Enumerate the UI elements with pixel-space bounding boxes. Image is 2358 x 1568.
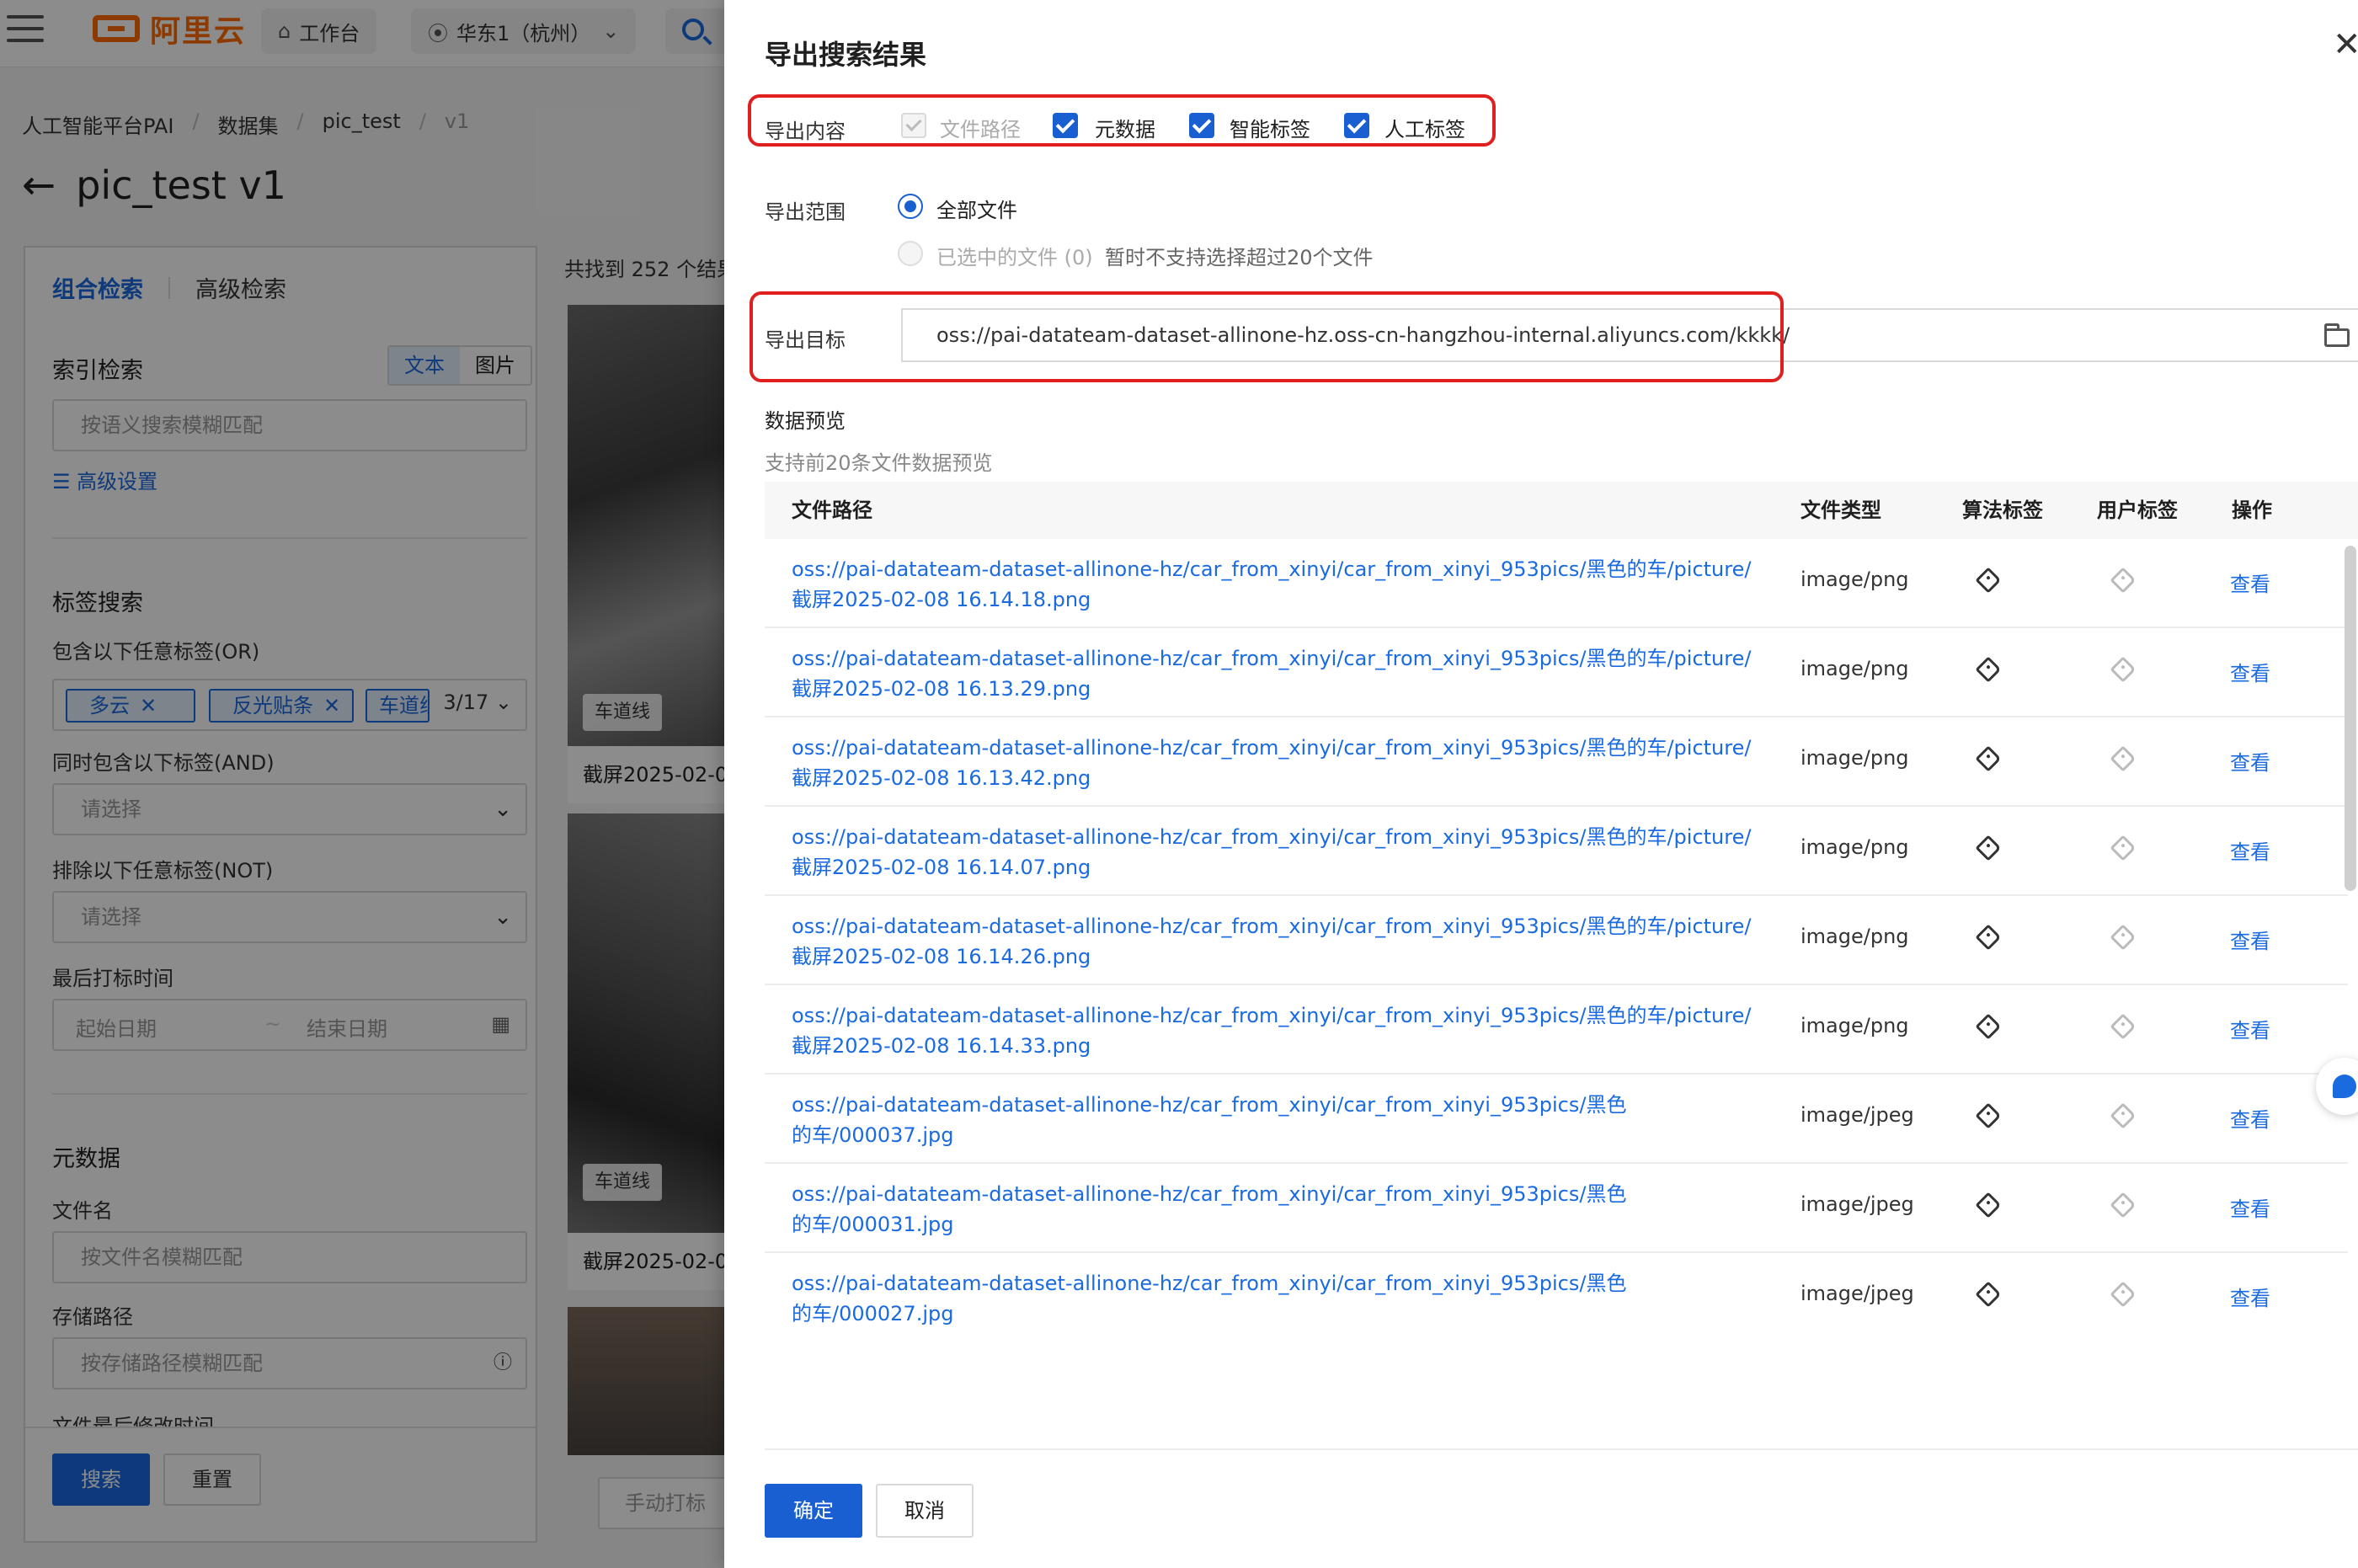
- table-row: oss://pai-datateam-dataset-allinone-hz/c…: [765, 539, 2348, 628]
- table-scrollbar[interactable]: [2345, 546, 2356, 891]
- row-file-path[interactable]: oss://pai-datateam-dataset-allinone-hz/c…: [792, 1179, 1642, 1240]
- algo-tag-icon[interactable]: [1975, 835, 2002, 861]
- radio-selected-files: [898, 241, 923, 266]
- column-header-user-tags: 用户标签: [2097, 499, 2178, 522]
- table-row: oss://pai-datateam-dataset-allinone-hz/c…: [765, 1253, 2348, 1339]
- export-drawer: 导出搜索结果 ✕ 导出内容 文件路径 元数据 智能标签 人工标签 导出范围 全部…: [724, 0, 2358, 1568]
- table-row: oss://pai-datateam-dataset-allinone-hz/c…: [765, 896, 2348, 985]
- view-link[interactable]: 查看: [2230, 925, 2270, 954]
- view-link[interactable]: 查看: [2230, 568, 2270, 597]
- view-link[interactable]: 查看: [2230, 1282, 2270, 1311]
- algo-tag-icon[interactable]: [1975, 924, 2002, 951]
- row-file-type: image/png: [1801, 835, 1909, 859]
- radio-all-files-label[interactable]: 全部文件: [936, 194, 1017, 223]
- row-file-path[interactable]: oss://pai-datateam-dataset-allinone-hz/c…: [792, 1268, 1642, 1329]
- view-link[interactable]: 查看: [2230, 1014, 2270, 1043]
- algo-tag-icon[interactable]: [1975, 1013, 2002, 1040]
- row-file-type: image/png: [1801, 746, 1909, 770]
- page: 阿里云 ⌂ 工作台 ⦿ 华东1（杭州） ⌄ 人工智能平台PAI / 数据集 / …: [0, 0, 2358, 1568]
- preview-subtitle: 支持前20条文件数据预览: [765, 451, 993, 475]
- algo-tag-icon[interactable]: [1975, 1192, 2002, 1219]
- view-link[interactable]: 查看: [2230, 1103, 2270, 1133]
- user-tag-icon[interactable]: [2110, 1102, 2137, 1129]
- user-tag-icon[interactable]: [2110, 1281, 2137, 1308]
- row-file-path[interactable]: oss://pai-datateam-dataset-allinone-hz/c…: [792, 1090, 1642, 1150]
- row-file-path[interactable]: oss://pai-datateam-dataset-allinone-hz/c…: [792, 1000, 1768, 1061]
- row-file-type: image/png: [1801, 657, 1909, 680]
- column-header-type: 文件类型: [1801, 499, 1881, 522]
- scope-note: 暂时不支持选择超过20个文件: [1105, 246, 1374, 269]
- row-file-type: image/png: [1801, 1014, 1909, 1037]
- user-tag-icon[interactable]: [2110, 656, 2137, 683]
- highlight-box-export-target: [750, 291, 1784, 382]
- user-tag-icon[interactable]: [2110, 1192, 2137, 1219]
- cancel-button[interactable]: 取消: [876, 1484, 974, 1538]
- highlight-box-export-content: [748, 94, 1496, 147]
- column-header-actions: 操作: [2232, 499, 2272, 522]
- user-tag-icon[interactable]: [2110, 745, 2137, 772]
- user-tag-icon[interactable]: [2110, 1013, 2137, 1040]
- column-header-path: 文件路径: [792, 499, 872, 522]
- row-file-type: image/jpeg: [1801, 1282, 1914, 1305]
- row-file-type: image/png: [1801, 925, 1909, 948]
- user-tag-icon[interactable]: [2110, 835, 2137, 861]
- view-link[interactable]: 查看: [2230, 835, 2270, 865]
- algo-tag-icon[interactable]: [1975, 1102, 2002, 1129]
- user-tag-icon[interactable]: [2110, 924, 2137, 951]
- view-link[interactable]: 查看: [2230, 657, 2270, 686]
- row-file-type: image/jpeg: [1801, 1103, 1914, 1127]
- row-file-type: image/png: [1801, 568, 1909, 591]
- radio-all-files[interactable]: [898, 194, 923, 219]
- view-link[interactable]: 查看: [2230, 746, 2270, 776]
- table-row: oss://pai-datateam-dataset-allinone-hz/c…: [765, 717, 2348, 807]
- algo-tag-icon[interactable]: [1975, 656, 2002, 683]
- user-tag-icon[interactable]: [2110, 567, 2137, 594]
- preview-title: 数据预览: [765, 409, 846, 433]
- row-file-path[interactable]: oss://pai-datateam-dataset-allinone-hz/c…: [792, 822, 1768, 883]
- view-link[interactable]: 查看: [2230, 1192, 2270, 1222]
- folder-icon[interactable]: [2324, 323, 2350, 347]
- row-file-path[interactable]: oss://pai-datateam-dataset-allinone-hz/c…: [792, 554, 1768, 615]
- modal-mask[interactable]: [0, 0, 724, 1568]
- row-file-path[interactable]: oss://pai-datateam-dataset-allinone-hz/c…: [792, 733, 1768, 793]
- row-file-path[interactable]: oss://pai-datateam-dataset-allinone-hz/c…: [792, 643, 1768, 704]
- radio-selected-files-label: 已选中的文件 (0): [936, 246, 1093, 269]
- algo-tag-icon[interactable]: [1975, 567, 2002, 594]
- export-scope-label: 导出范围: [765, 200, 846, 224]
- table-row: oss://pai-datateam-dataset-allinone-hz/c…: [765, 807, 2348, 896]
- row-file-type: image/jpeg: [1801, 1192, 1914, 1216]
- footer-divider: [765, 1448, 2358, 1450]
- close-icon[interactable]: ✕: [2333, 25, 2358, 64]
- table-row: oss://pai-datateam-dataset-allinone-hz/c…: [765, 1075, 2348, 1164]
- table-row: oss://pai-datateam-dataset-allinone-hz/c…: [765, 628, 2348, 717]
- preview-table-body: oss://pai-datateam-dataset-allinone-hz/c…: [765, 539, 2358, 1339]
- column-header-algo-tags: 算法标签: [1962, 499, 2043, 522]
- table-row: oss://pai-datateam-dataset-allinone-hz/c…: [765, 985, 2348, 1075]
- confirm-button[interactable]: 确定: [765, 1484, 862, 1538]
- row-file-path[interactable]: oss://pai-datateam-dataset-allinone-hz/c…: [792, 911, 1768, 972]
- algo-tag-icon[interactable]: [1975, 745, 2002, 772]
- preview-table-header: 文件路径 文件类型 算法标签 用户标签 操作: [765, 482, 2358, 539]
- table-row: oss://pai-datateam-dataset-allinone-hz/c…: [765, 1164, 2348, 1253]
- dialog-title: 导出搜索结果: [765, 39, 927, 71]
- algo-tag-icon[interactable]: [1975, 1281, 2002, 1308]
